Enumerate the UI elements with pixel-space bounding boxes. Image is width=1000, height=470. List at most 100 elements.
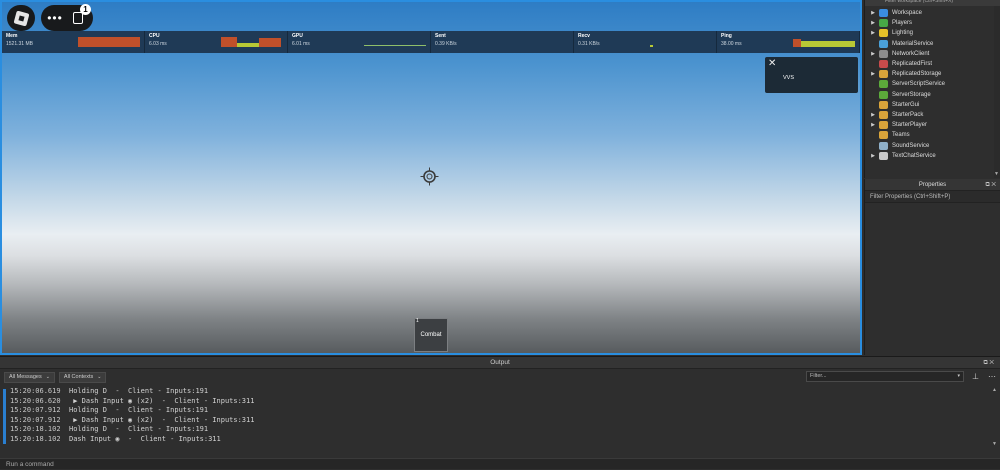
scroll-down-icon[interactable]: ▼ <box>992 441 997 447</box>
explorer-item[interactable]: ▶ Workspace <box>865 8 1000 18</box>
clear-output-icon[interactable]: ⊥ <box>972 372 979 381</box>
filter-placeholder: Filter... <box>810 373 827 379</box>
close-icon[interactable]: ✕ <box>989 360 994 366</box>
explorer-item-label: StarterGui <box>892 101 920 108</box>
expand-arrow-icon[interactable]: ▶ <box>865 30 877 36</box>
explorer-item[interactable]: ▶ Lighting <box>865 28 1000 38</box>
topbar-pill: ••• 1 <box>41 4 93 31</box>
explorer-item[interactable]: ServerScriptService <box>865 79 1000 89</box>
explorer-item[interactable]: Teams <box>865 130 1000 140</box>
replicated-storage-icon <box>879 70 888 79</box>
log-timestamp: 15:20:07.912 <box>10 406 61 415</box>
explorer-item[interactable]: ReplicatedFirst <box>865 59 1000 69</box>
explorer-item[interactable]: StarterGui <box>865 100 1000 110</box>
log-line[interactable]: 15:20:18.102 Dash Input ◉ - Client - Inp… <box>0 435 1000 445</box>
explorer-item[interactable]: ▶ StarterPack <box>865 110 1000 120</box>
stat-recv[interactable]: Recv 0.31 KB/s <box>574 31 717 53</box>
command-bar-input[interactable]: Run a command <box>0 458 1000 469</box>
close-icon[interactable]: ✕ <box>768 58 776 69</box>
explorer-item-label: NetworkClient <box>892 50 930 57</box>
replicated-first-icon <box>879 60 888 69</box>
ping-graph <box>793 39 855 47</box>
chevron-down-icon: ⌄ <box>45 373 50 380</box>
server-script-service-icon <box>879 80 888 89</box>
performance-stats-bar: Mem 1521.31 MB CPU 6.03 ms GPU 6.01 ms S… <box>2 31 860 53</box>
explorer-item-label: SoundService <box>892 142 930 149</box>
explorer-item[interactable]: ▶ ReplicatedStorage <box>865 69 1000 79</box>
log-timestamp: 15:20:06.620 <box>10 396 61 405</box>
log-line[interactable]: 15:20:18.102 Holding D - Client - Inputs… <box>0 425 1000 435</box>
dropdown-label: All Contexts <box>63 373 94 380</box>
log-message: Holding D - Client - Inputs:191 <box>60 387 209 395</box>
chevron-down-icon[interactable]: ▾ <box>957 372 960 381</box>
stat-gpu[interactable]: GPU 6.01 ms <box>288 31 431 53</box>
log-message: ▶ Dash Input ◉ (x2) - Client - Inputs:31… <box>60 396 255 405</box>
explorer-item[interactable]: ▶ Players <box>865 18 1000 28</box>
stat-name: Sent <box>435 33 446 39</box>
log-line[interactable]: 15:20:07.912 ▶ Dash Input ◉ (x2) - Clien… <box>0 416 1000 426</box>
output-filter-input[interactable]: Filter... ▾ <box>806 371 964 382</box>
log-timestamp: 15:20:07.912 <box>10 415 61 424</box>
explorer-item-label: ReplicatedStorage <box>892 71 942 78</box>
stat-cpu[interactable]: CPU 6.03 ms <box>145 31 288 53</box>
explorer-item-label: MaterialService <box>892 40 934 47</box>
scroll-down-icon[interactable]: ▼ <box>994 171 999 177</box>
slot-number: 1 <box>416 318 419 324</box>
combat-label: Combat <box>420 332 442 338</box>
explorer-item-label: Players <box>892 20 913 27</box>
messages-filter-dropdown[interactable]: All Messages ⌄ <box>4 371 55 383</box>
stat-value: 0.39 KB/s <box>435 41 457 47</box>
starter-gui-icon <box>879 100 888 109</box>
recv-graph <box>650 45 653 47</box>
properties-filter-input[interactable]: Filter Properties (Ctrl+Shift+P) <box>865 191 1000 203</box>
expand-arrow-icon[interactable]: ▶ <box>865 71 877 77</box>
explorer-item[interactable]: ServerStorage <box>865 90 1000 100</box>
popup-text: VVS <box>783 75 795 81</box>
notification-popup: ✕ VVS <box>765 57 858 93</box>
scroll-up-icon[interactable]: ▲ <box>992 387 997 393</box>
stat-ping[interactable]: Ping 38.00 ms <box>717 31 860 53</box>
explorer-item-label: Teams <box>892 132 910 139</box>
expand-arrow-icon[interactable]: ▶ <box>865 20 877 26</box>
expand-arrow-icon[interactable]: ▶ <box>865 153 877 159</box>
notifications-icon[interactable]: 1 <box>73 4 91 24</box>
log-message: Holding D - Client - Inputs:191 <box>60 425 209 434</box>
output-log: 15:20:06.619 Holding D - Client - Inputs… <box>0 387 1000 447</box>
sound-service-icon <box>879 141 888 150</box>
explorer-panel: Filter workspace (Ctrl+Shift+X) ▶ Workspa… <box>864 0 1000 178</box>
properties-panel: Properties ⧉ ✕ Filter Properties (Ctrl+S… <box>864 179 1000 355</box>
stat-mem[interactable]: Mem 1521.31 MB <box>2 31 145 53</box>
explorer-item[interactable]: MaterialService <box>865 39 1000 49</box>
combat-tool-slot[interactable]: 1 Combat <box>414 318 448 352</box>
log-line[interactable]: 15:20:06.619 Holding D - Client - Inputs… <box>0 387 1000 397</box>
expand-arrow-icon[interactable]: ▶ <box>865 51 877 57</box>
explorer-item[interactable]: SoundService <box>865 140 1000 150</box>
undock-icon[interactable]: ⧉ <box>985 182 989 188</box>
expand-arrow-icon[interactable]: ▶ <box>865 122 877 128</box>
explorer-item[interactable]: ▶ NetworkClient <box>865 49 1000 59</box>
undock-icon[interactable]: ⧉ <box>983 360 987 366</box>
close-icon[interactable]: ✕ <box>991 182 996 188</box>
log-message: Holding D - Client - Inputs:191 <box>60 406 209 415</box>
contexts-filter-dropdown[interactable]: All Contexts ⌄ <box>58 371 107 383</box>
log-timestamp: 15:20:18.102 <box>10 434 61 443</box>
explorer-item[interactable]: ▶ TextChatService <box>865 151 1000 161</box>
log-timestamp: 15:20:06.619 <box>10 387 61 395</box>
log-timestamp: 15:20:18.102 <box>10 425 61 434</box>
more-options-button[interactable]: ••• <box>43 11 67 25</box>
expand-arrow-icon[interactable]: ▶ <box>865 112 877 118</box>
stat-sent[interactable]: Sent 0.39 KB/s <box>431 31 574 53</box>
gpu-graph <box>364 45 426 46</box>
log-message: ▶ Dash Input ◉ (x2) - Client - Inputs:31… <box>60 415 255 424</box>
explorer-scrollbar[interactable]: ▼ <box>994 6 1000 178</box>
properties-title: Properties <box>918 182 947 188</box>
game-viewport[interactable]: ••• 1 Mem 1521.31 MB CPU 6.03 ms GPU 6.0… <box>0 0 862 355</box>
roblox-menu-button[interactable] <box>7 5 35 31</box>
explorer-item-label: ServerScriptService <box>892 81 946 88</box>
expand-arrow-icon[interactable]: ▶ <box>865 10 877 16</box>
more-options-icon[interactable]: ⋯ <box>988 372 996 381</box>
log-line[interactable]: 15:20:07.912 Holding D - Client - Inputs… <box>0 406 1000 416</box>
explorer-item[interactable]: ▶ StarterPlayer <box>865 120 1000 130</box>
cpu-graph <box>221 37 281 47</box>
log-line[interactable]: 15:20:06.620 ▶ Dash Input ◉ (x2) - Clien… <box>0 397 1000 407</box>
